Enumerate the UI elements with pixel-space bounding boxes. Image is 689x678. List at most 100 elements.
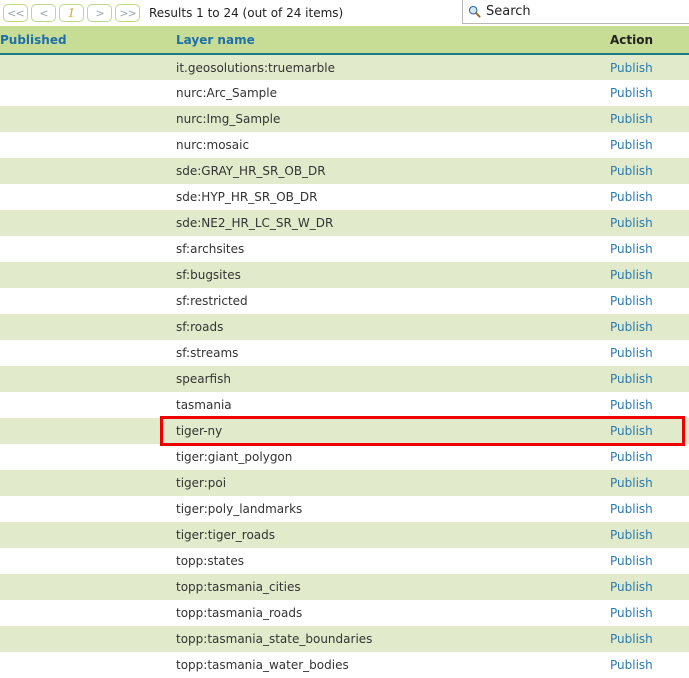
cell-action: Publish: [610, 548, 689, 574]
publish-link[interactable]: Publish: [610, 502, 653, 516]
cell-action: Publish: [610, 210, 689, 236]
current-page-indicator[interactable]: 1: [59, 4, 84, 22]
cell-published: [0, 106, 176, 132]
publish-link[interactable]: Publish: [610, 268, 653, 282]
table-row[interactable]: sde:NE2_HR_LC_SR_W_DR Publish: [0, 210, 689, 236]
cell-published: [0, 288, 176, 314]
table-row[interactable]: tiger:tiger_roads Publish: [0, 522, 689, 548]
cell-published: [0, 236, 176, 262]
cell-action: Publish: [610, 158, 689, 184]
cell-published: [0, 184, 176, 210]
table-row[interactable]: spearfish Publish: [0, 366, 689, 392]
publish-link[interactable]: Publish: [610, 294, 653, 308]
next-page-button[interactable]: >: [87, 4, 112, 22]
table-row[interactable]: nurc:mosaic Publish: [0, 132, 689, 158]
column-header-action: Action: [610, 26, 689, 55]
cell-layer-name: sf:archsites: [176, 242, 245, 256]
publish-link[interactable]: Publish: [610, 632, 653, 646]
publish-link[interactable]: Publish: [610, 320, 653, 334]
table-row[interactable]: nurc:Arc_Sample Publish: [0, 80, 689, 106]
publish-link[interactable]: Publish: [610, 606, 653, 620]
table-row[interactable]: topp:tasmania_state_boundaries Publish: [0, 626, 689, 652]
cell-action: Publish: [610, 184, 689, 210]
cell-layer-name: nurc:mosaic: [176, 138, 250, 152]
cell-published: [0, 54, 176, 80]
table-row[interactable]: it.geosolutions:truemarble Publish: [0, 54, 689, 80]
publish-link[interactable]: Publish: [610, 112, 653, 126]
cell-layer-name: it.geosolutions:truemarble: [176, 60, 335, 75]
cell-published: [0, 392, 176, 418]
column-header-published[interactable]: Published: [0, 26, 176, 55]
cell-action: Publish: [610, 340, 689, 366]
cell-action: Publish: [610, 80, 689, 106]
table-row[interactable]: sf:bugsites Publish: [0, 262, 689, 288]
cell-published: [0, 548, 176, 574]
table-row[interactable]: sf:streams Publish: [0, 340, 689, 366]
publish-link[interactable]: Publish: [610, 86, 653, 100]
publish-link[interactable]: Publish: [610, 580, 653, 594]
publish-link[interactable]: Publish: [610, 424, 653, 438]
publish-link[interactable]: Publish: [610, 216, 653, 230]
table-row[interactable]: tasmania Publish: [0, 392, 689, 418]
column-header-layer-name-label[interactable]: Layer name: [176, 33, 255, 47]
layers-table: Published Layer name Action it.geosoluti…: [0, 26, 689, 678]
publish-link[interactable]: Publish: [610, 138, 653, 152]
cell-action: Publish: [610, 236, 689, 262]
table-row[interactable]: topp:tasmania_water_bodies Publish: [0, 652, 689, 678]
publish-link[interactable]: Publish: [610, 242, 653, 256]
publish-link[interactable]: Publish: [610, 164, 653, 178]
cell-layer-name: tiger:tiger_roads: [176, 528, 276, 542]
table-row[interactable]: tiger:poi Publish: [0, 470, 689, 496]
cell-published: [0, 158, 176, 184]
pagination-controls: << < 1 > >>: [0, 4, 140, 22]
cell-action: Publish: [610, 652, 689, 678]
table-row[interactable]: tiger:poly_landmarks Publish: [0, 496, 689, 522]
publish-link[interactable]: Publish: [610, 372, 653, 386]
cell-published: [0, 444, 176, 470]
column-header-action-label: Action: [610, 32, 654, 47]
table-row[interactable]: topp:tasmania_roads Publish: [0, 600, 689, 626]
publish-link[interactable]: Publish: [610, 450, 653, 464]
cell-action: Publish: [610, 366, 689, 392]
cell-action: Publish: [610, 600, 689, 626]
cell-published: [0, 626, 176, 652]
cell-layer-name: tiger:poi: [176, 476, 227, 490]
cell-action: Publish: [610, 54, 689, 80]
table-row[interactable]: sde:HYP_HR_SR_OB_DR Publish: [0, 184, 689, 210]
cell-layer-name: spearfish: [176, 372, 231, 386]
cell-layer-name: sf:restricted: [176, 294, 248, 308]
table-row[interactable]: nurc:Img_Sample Publish: [0, 106, 689, 132]
column-header-published-label[interactable]: Published: [0, 33, 67, 47]
column-header-layer-name[interactable]: Layer name: [176, 26, 610, 55]
prev-page-button[interactable]: <: [31, 4, 56, 22]
table-header-row: Published Layer name Action: [0, 26, 689, 55]
table-row[interactable]: topp:states Publish: [0, 548, 689, 574]
table-header: Published Layer name Action: [0, 26, 689, 55]
table-row[interactable]: sde:GRAY_HR_SR_OB_DR Publish: [0, 158, 689, 184]
first-page-button[interactable]: <<: [3, 4, 28, 22]
last-page-button[interactable]: >>: [115, 4, 140, 22]
table-row[interactable]: tiger:giant_polygon Publish: [0, 444, 689, 470]
table-row[interactable]: sf:archsites Publish: [0, 236, 689, 262]
publish-link[interactable]: Publish: [610, 658, 653, 672]
publish-link[interactable]: Publish: [610, 398, 653, 412]
table-toolbar: << < 1 > >> Results 1 to 24 (out of 24 i…: [0, 0, 689, 26]
cell-published: [0, 470, 176, 496]
cell-layer-name: topp:tasmania_state_boundaries: [176, 632, 373, 646]
publish-link[interactable]: Publish: [610, 61, 653, 75]
publish-link[interactable]: Publish: [610, 528, 653, 542]
cell-published: [0, 132, 176, 158]
table-row[interactable]: sf:roads Publish: [0, 314, 689, 340]
search-input[interactable]: [486, 4, 676, 19]
cell-action: Publish: [610, 106, 689, 132]
table-row[interactable]: topp:tasmania_cities Publish: [0, 574, 689, 600]
results-summary: Results 1 to 24 (out of 24 items): [149, 6, 344, 20]
table-row[interactable]: sf:restricted Publish: [0, 288, 689, 314]
publish-link[interactable]: Publish: [610, 476, 653, 490]
search-box[interactable]: [462, 0, 689, 24]
publish-link[interactable]: Publish: [610, 346, 653, 360]
publish-link[interactable]: Publish: [610, 190, 653, 204]
publish-link[interactable]: Publish: [610, 554, 653, 568]
table-row-highlighted[interactable]: tiger-ny Publish: [0, 418, 689, 444]
layer-publish-page: << < 1 > >> Results 1 to 24 (out of 24 i…: [0, 0, 689, 678]
